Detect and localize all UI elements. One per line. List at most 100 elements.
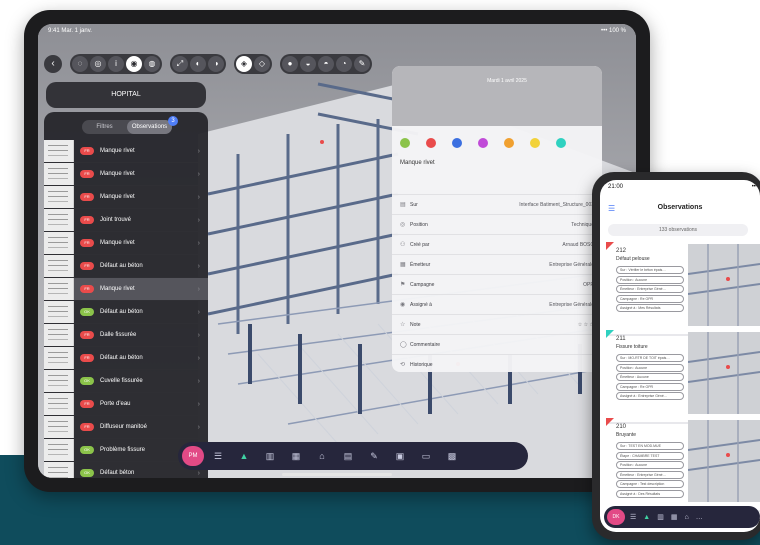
list-item[interactable]: FR Manque rivet › <box>44 186 208 209</box>
list-item[interactable]: FR Manque rivet › <box>44 278 208 301</box>
info-chip: Étape : CHAMBRE TEST <box>616 451 684 460</box>
phone-user-avatar[interactable]: DK <box>607 509 625 525</box>
tool-i-icon[interactable]: ◓ <box>318 56 334 72</box>
tool-f-icon[interactable]: ◇ <box>254 56 270 72</box>
detail-field[interactable]: ▤ Sur Interface Batiment_Structure_003 <box>392 194 602 214</box>
home-indicator <box>282 473 392 476</box>
more-icon[interactable]: … <box>696 514 703 521</box>
detail-field[interactable]: ⟲ Historique <box>392 354 602 372</box>
pen-icon[interactable]: ✎ <box>368 450 380 462</box>
color-swatch[interactable] <box>478 138 488 148</box>
list-item[interactable]: FR Manque rivet › <box>44 140 208 163</box>
map-icon[interactable]: ▥ <box>264 450 276 462</box>
view-icon[interactable]: ◉ <box>126 56 142 72</box>
detail-field[interactable]: ⚑ Campagne OPR <box>392 274 602 294</box>
card-photo <box>688 420 760 502</box>
field-label: Note <box>410 321 421 328</box>
building-icon: ▦ <box>400 262 406 268</box>
observation-card[interactable]: 211 Fissure toiture Sur : MO-RTR DE TOIT é… <box>606 330 760 424</box>
chevron-right-icon: › <box>197 423 200 431</box>
detail-field[interactable]: ◉ Assigné à Entreprise Générale <box>392 294 602 314</box>
detail-field[interactable]: ◎ Position Technique <box>392 214 602 234</box>
model-icon[interactable]: ▲ <box>643 514 650 521</box>
grid-icon[interactable]: ▦ <box>290 450 302 462</box>
user-avatar[interactable]: PM <box>182 446 204 466</box>
status-badge: FR <box>80 239 94 247</box>
list-icon[interactable]: ☰ <box>212 450 224 462</box>
tab-filters[interactable]: Filtres <box>82 120 127 134</box>
list-item[interactable]: OK Cuvelle fissurée › <box>44 370 208 393</box>
detail-field[interactable]: ◯ Commentaire <box>392 334 602 354</box>
observation-thumbnail <box>44 439 74 461</box>
flag-icon: ⚑ <box>400 282 406 288</box>
detail-field[interactable]: ☆ Note ☆ ☆ ☆ <box>392 314 602 334</box>
list-item[interactable]: FR Joint trouvé › <box>44 209 208 232</box>
doc-icon[interactable]: ▤ <box>342 450 354 462</box>
color-swatch[interactable] <box>556 138 566 148</box>
info-chip: Position : Aucune <box>616 461 684 469</box>
observations-count[interactable]: 133 observations <box>608 224 748 236</box>
observation-title: Défaut béton <box>100 470 135 476</box>
color-swatch[interactable] <box>452 138 462 148</box>
list-item[interactable]: FR Défaut au béton › <box>44 255 208 278</box>
tool-e-icon[interactable]: ◑ <box>208 56 224 72</box>
back-arrow-icon[interactable]: ‹ <box>44 55 62 73</box>
color-swatch[interactable] <box>426 138 436 148</box>
field-label: Assigné à <box>410 301 432 308</box>
tab-observations[interactable]: Observations <box>127 120 172 134</box>
position-icon: ◎ <box>400 222 406 228</box>
bottom-navigation-bar: PM ☰ ▲ ▥ ▦ ⌂ ▤ ✎ ▣ ▭ ▩ <box>178 442 528 470</box>
chevron-right-icon: › <box>197 400 200 408</box>
tool-d-icon[interactable]: ◐ <box>190 56 206 72</box>
map-icon[interactable]: ▥ <box>657 513 664 521</box>
list-item[interactable]: FR Défaut au béton › <box>44 347 208 370</box>
cabinet-icon[interactable]: ▣ <box>394 450 406 462</box>
observation-title: Défaut au béton <box>100 309 143 315</box>
project-name[interactable]: HOPITAL <box>46 82 206 108</box>
list-item[interactable]: FR Manque rivet › <box>44 163 208 186</box>
status-badge: OK <box>80 446 94 454</box>
list-item[interactable]: FR Porte d'eau › <box>44 393 208 416</box>
grid-icon[interactable]: ▦ <box>671 513 678 521</box>
model-icon[interactable]: ▲ <box>238 450 250 462</box>
list-item[interactable]: FR Diffuseur manitoé › <box>44 416 208 439</box>
qr-icon[interactable]: ▩ <box>446 450 458 462</box>
tool-j-icon[interactable]: ◔ <box>336 56 352 72</box>
list-item[interactable]: FR Manque rivet › <box>44 232 208 255</box>
field-value: Entreprise Générale <box>549 261 594 268</box>
tool-g-icon[interactable]: ● <box>282 56 298 72</box>
list-item[interactable]: FR Dalle fissurée › <box>44 324 208 347</box>
field-value: Interface Batiment_Structure_003 <box>519 201 594 208</box>
info-icon[interactable]: i <box>108 56 124 72</box>
list-item[interactable]: OK Défaut au béton › <box>44 301 208 324</box>
tool-a-icon[interactable]: ◌ <box>72 56 88 72</box>
star-icon: ☆ <box>400 322 406 328</box>
color-swatch[interactable] <box>400 138 410 148</box>
tool-b-icon[interactable]: ◎ <box>90 56 106 72</box>
color-swatch[interactable] <box>504 138 514 148</box>
info-chip: Émetteur : Entreprise Géné… <box>616 470 684 479</box>
color-swatch[interactable] <box>530 138 540 148</box>
toolbar-group-3: ◈ ◇ <box>234 54 272 74</box>
tag-icon[interactable]: ⌂ <box>684 514 688 521</box>
observation-thumbnail <box>44 416 74 438</box>
observation-card[interactable]: 212 Défaut pelouse Sur : Vérifier le béton… <box>606 242 760 336</box>
tool-c-icon[interactable]: ◍ <box>144 56 160 72</box>
tool-h-icon[interactable]: ◒ <box>300 56 316 72</box>
status-badge: FR <box>80 193 94 201</box>
list-icon[interactable]: ☰ <box>630 513 636 521</box>
detail-field[interactable]: ▦ Émetteur Entreprise Générale <box>392 254 602 274</box>
field-label: Émetteur <box>410 261 431 268</box>
observation-title: Dalle fissurée <box>100 332 137 338</box>
observation-card[interactable]: 210 Bruyante Sur : TEST EN MOD.MUE Étape : … <box>606 418 760 512</box>
card-chips: Sur : Vérifier le béton épais… Position :… <box>616 266 684 314</box>
field-value: ☆ ☆ ☆ <box>577 321 594 328</box>
expand-icon[interactable]: ⤢ <box>172 56 188 72</box>
phone-title: Observations <box>657 204 703 211</box>
pen-icon[interactable]: ✎ <box>354 56 370 72</box>
tag-icon[interactable]: ⌂ <box>316 450 328 462</box>
detail-field[interactable]: ⚇ Créé par Arnaud BOSC <box>392 234 602 254</box>
layer-icon[interactable]: ◈ <box>236 56 252 72</box>
detail-title[interactable]: Manque rivet <box>400 160 435 166</box>
book-icon[interactable]: ▭ <box>420 450 432 462</box>
